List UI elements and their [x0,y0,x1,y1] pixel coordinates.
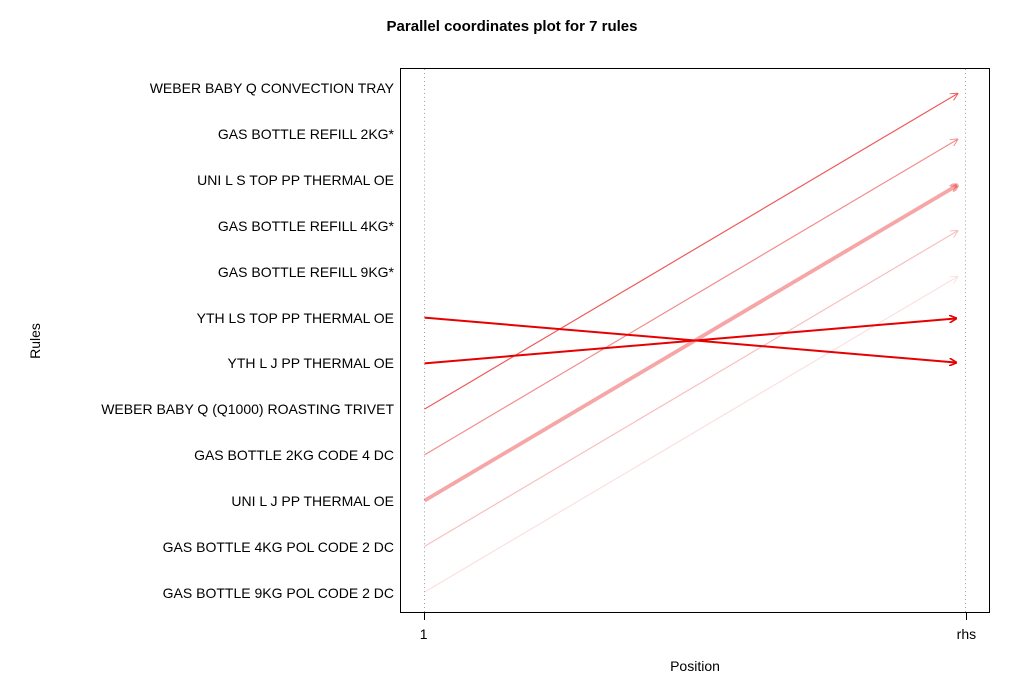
rule-arrow [425,231,957,546]
x-tick-label-rhs: rhs [957,626,976,642]
x-tick-1 [424,613,425,620]
rule-arrow [425,185,957,500]
y-tick-label: UNI L S TOP PP THERMAL OE [0,173,394,187]
plot-svg [401,69,989,612]
y-tick-label: WEBER BABY Q CONVECTION TRAY [0,81,394,95]
x-axis-label: Position [400,658,990,674]
y-tick-label: YTH LS TOP PP THERMAL OE [0,311,394,325]
y-tick-label: GAS BOTTLE 9KG POL CODE 2 DC [0,586,394,600]
y-tick-label: GAS BOTTLE REFILL 4KG* [0,219,394,233]
chart-container: Parallel coordinates plot for 7 rules Ru… [0,0,1024,683]
y-tick-label: GAS BOTTLE REFILL 2KG* [0,127,394,141]
rule-arrow [425,94,957,409]
y-tick-label: UNI L J PP THERMAL OE [0,494,394,508]
y-tick-label: GAS BOTTLE 2KG CODE 4 DC [0,448,394,462]
y-tick-label: GAS BOTTLE REFILL 9KG* [0,265,394,279]
y-tick-label: WEBER BABY Q (Q1000) ROASTING TRIVET [0,402,394,416]
plot-area [400,68,990,613]
rule-arrow [425,140,957,455]
x-tick-rhs [966,613,967,620]
y-tick-label: YTH L J PP THERMAL OE [0,356,394,370]
x-tick-label-1: 1 [420,626,428,642]
chart-title: Parallel coordinates plot for 7 rules [0,18,1024,35]
y-tick-label: GAS BOTTLE 4KG POL CODE 2 DC [0,540,394,554]
y-tick-labels: WEBER BABY Q CONVECTION TRAY GAS BOTTLE R… [0,68,394,613]
